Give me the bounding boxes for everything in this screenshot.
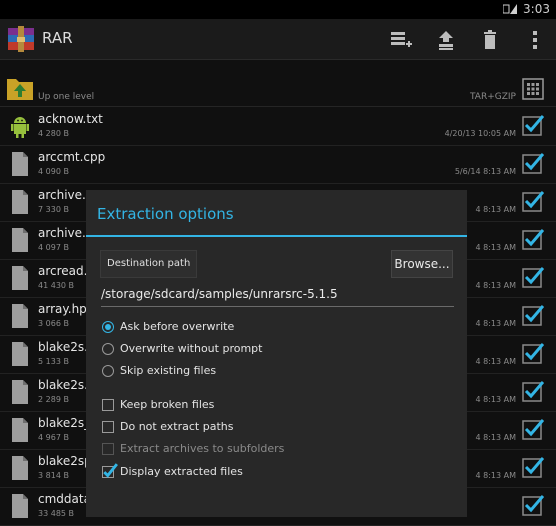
file-icon bbox=[12, 456, 28, 480]
file-size: 4 967 B bbox=[38, 433, 69, 442]
file-date: 4 8:13 AM bbox=[475, 395, 516, 404]
file-name: acknow.txt bbox=[38, 112, 103, 126]
row-checkbox[interactable] bbox=[522, 380, 544, 402]
signal-icon bbox=[503, 4, 518, 14]
file-date: 4 8:13 AM bbox=[475, 357, 516, 366]
skip-existing-files-label: Skip existing files bbox=[120, 364, 217, 377]
archive-type-label: TAR+GZIP bbox=[470, 92, 516, 102]
file-date: 4 8:13 AM bbox=[475, 471, 516, 480]
file-date: 4 8:13 AM bbox=[475, 243, 516, 252]
dialog-title: Extraction options bbox=[97, 205, 234, 223]
file-size: 5 133 B bbox=[38, 357, 69, 366]
row-checkbox[interactable] bbox=[522, 190, 544, 212]
status-time: 3:03 bbox=[523, 2, 550, 16]
row-checkbox[interactable] bbox=[522, 418, 544, 440]
up-one-level-label: Up one level bbox=[38, 92, 95, 102]
radio-skip-existing-files[interactable] bbox=[102, 365, 114, 377]
do-not-extract-paths-label: Do not extract paths bbox=[120, 420, 234, 433]
overwrite-without-prompt-label: Overwrite without prompt bbox=[120, 342, 263, 355]
overflow-menu-icon[interactable] bbox=[523, 28, 547, 52]
file-date: 4/20/13 10:05 AM bbox=[444, 129, 516, 138]
file-date: 5/6/14 8:13 AM bbox=[454, 167, 516, 176]
up-one-level-row[interactable]: Up one level TAR+GZIP bbox=[0, 71, 556, 107]
checkbox-extract-archives-to-subfolders bbox=[102, 443, 114, 455]
file-size: 4 090 B bbox=[38, 167, 69, 176]
select-all-icon[interactable] bbox=[522, 78, 544, 100]
file-row[interactable]: arccmt.cpp 4 090 B 5/6/14 8:13 AM bbox=[0, 145, 556, 184]
file-size: 4 097 B bbox=[38, 243, 69, 252]
file-icon bbox=[12, 418, 28, 442]
row-checkbox[interactable] bbox=[522, 114, 544, 136]
destination-path-input[interactable]: /storage/sdcard/samples/unrarsrc-5.1.5 bbox=[101, 287, 453, 301]
row-checkbox[interactable] bbox=[522, 494, 544, 516]
checkbox-keep-broken-files[interactable] bbox=[102, 399, 114, 411]
android-icon bbox=[11, 117, 29, 138]
checkbox-display-extracted-files[interactable] bbox=[102, 463, 118, 478]
row-checkbox[interactable] bbox=[522, 228, 544, 250]
file-size: 3 066 B bbox=[38, 319, 69, 328]
row-checkbox[interactable] bbox=[522, 152, 544, 174]
file-size: 7 330 B bbox=[38, 205, 69, 214]
file-size: 41 430 B bbox=[38, 281, 75, 290]
dialog-title-divider bbox=[86, 235, 467, 237]
radio-ask-before-overwrite[interactable] bbox=[102, 321, 114, 333]
extract-archives-to-subfolders-label: Extract archives to subfolders bbox=[120, 442, 285, 455]
status-bar: 3:03 bbox=[0, 0, 556, 19]
ask-before-overwrite-label: Ask before overwrite bbox=[120, 320, 235, 333]
file-row[interactable]: acknow.txt 4 280 B 4/20/13 10:05 AM bbox=[0, 107, 556, 146]
folder-up-icon bbox=[7, 79, 33, 100]
destination-path-label: Destination path bbox=[100, 250, 198, 278]
rar-logo-icon[interactable] bbox=[6, 24, 36, 54]
checkbox-do-not-extract-paths[interactable] bbox=[102, 421, 114, 433]
file-date: 4 8:13 AM bbox=[475, 319, 516, 328]
file-icon bbox=[12, 342, 28, 366]
row-checkbox[interactable] bbox=[522, 304, 544, 326]
app-title: RAR bbox=[42, 29, 73, 47]
file-date: 4 8:13 AM bbox=[475, 281, 516, 290]
file-size: 3 814 B bbox=[38, 471, 69, 480]
file-icon bbox=[12, 266, 28, 290]
trash-icon[interactable] bbox=[478, 28, 502, 52]
row-checkbox[interactable] bbox=[522, 266, 544, 288]
keep-broken-files-label: Keep broken files bbox=[120, 398, 215, 411]
row-checkbox[interactable] bbox=[522, 456, 544, 478]
file-size: 2 289 B bbox=[38, 395, 69, 404]
file-icon bbox=[12, 494, 28, 518]
row-checkbox[interactable] bbox=[522, 342, 544, 364]
file-date: 4 8:13 AM bbox=[475, 433, 516, 442]
destination-path-underline bbox=[101, 306, 454, 307]
add-to-archive-icon[interactable] bbox=[389, 28, 413, 52]
extract-icon[interactable] bbox=[434, 28, 458, 52]
file-size: 4 280 B bbox=[38, 129, 69, 138]
file-icon bbox=[12, 380, 28, 404]
file-icon bbox=[12, 152, 28, 176]
checkmark-icon bbox=[103, 463, 118, 478]
file-icon bbox=[12, 304, 28, 328]
file-icon bbox=[12, 190, 28, 214]
display-extracted-files-label: Display extracted files bbox=[120, 465, 243, 478]
radio-overwrite-without-prompt[interactable] bbox=[102, 343, 114, 355]
file-date: 4 8:13 AM bbox=[475, 205, 516, 214]
action-bar: RAR bbox=[0, 19, 556, 60]
browse-button[interactable]: Browse... bbox=[391, 250, 453, 278]
extraction-options-dialog: Extraction options Destination path Brow… bbox=[86, 190, 467, 517]
file-name: arccmt.cpp bbox=[38, 150, 106, 164]
file-icon bbox=[12, 228, 28, 252]
